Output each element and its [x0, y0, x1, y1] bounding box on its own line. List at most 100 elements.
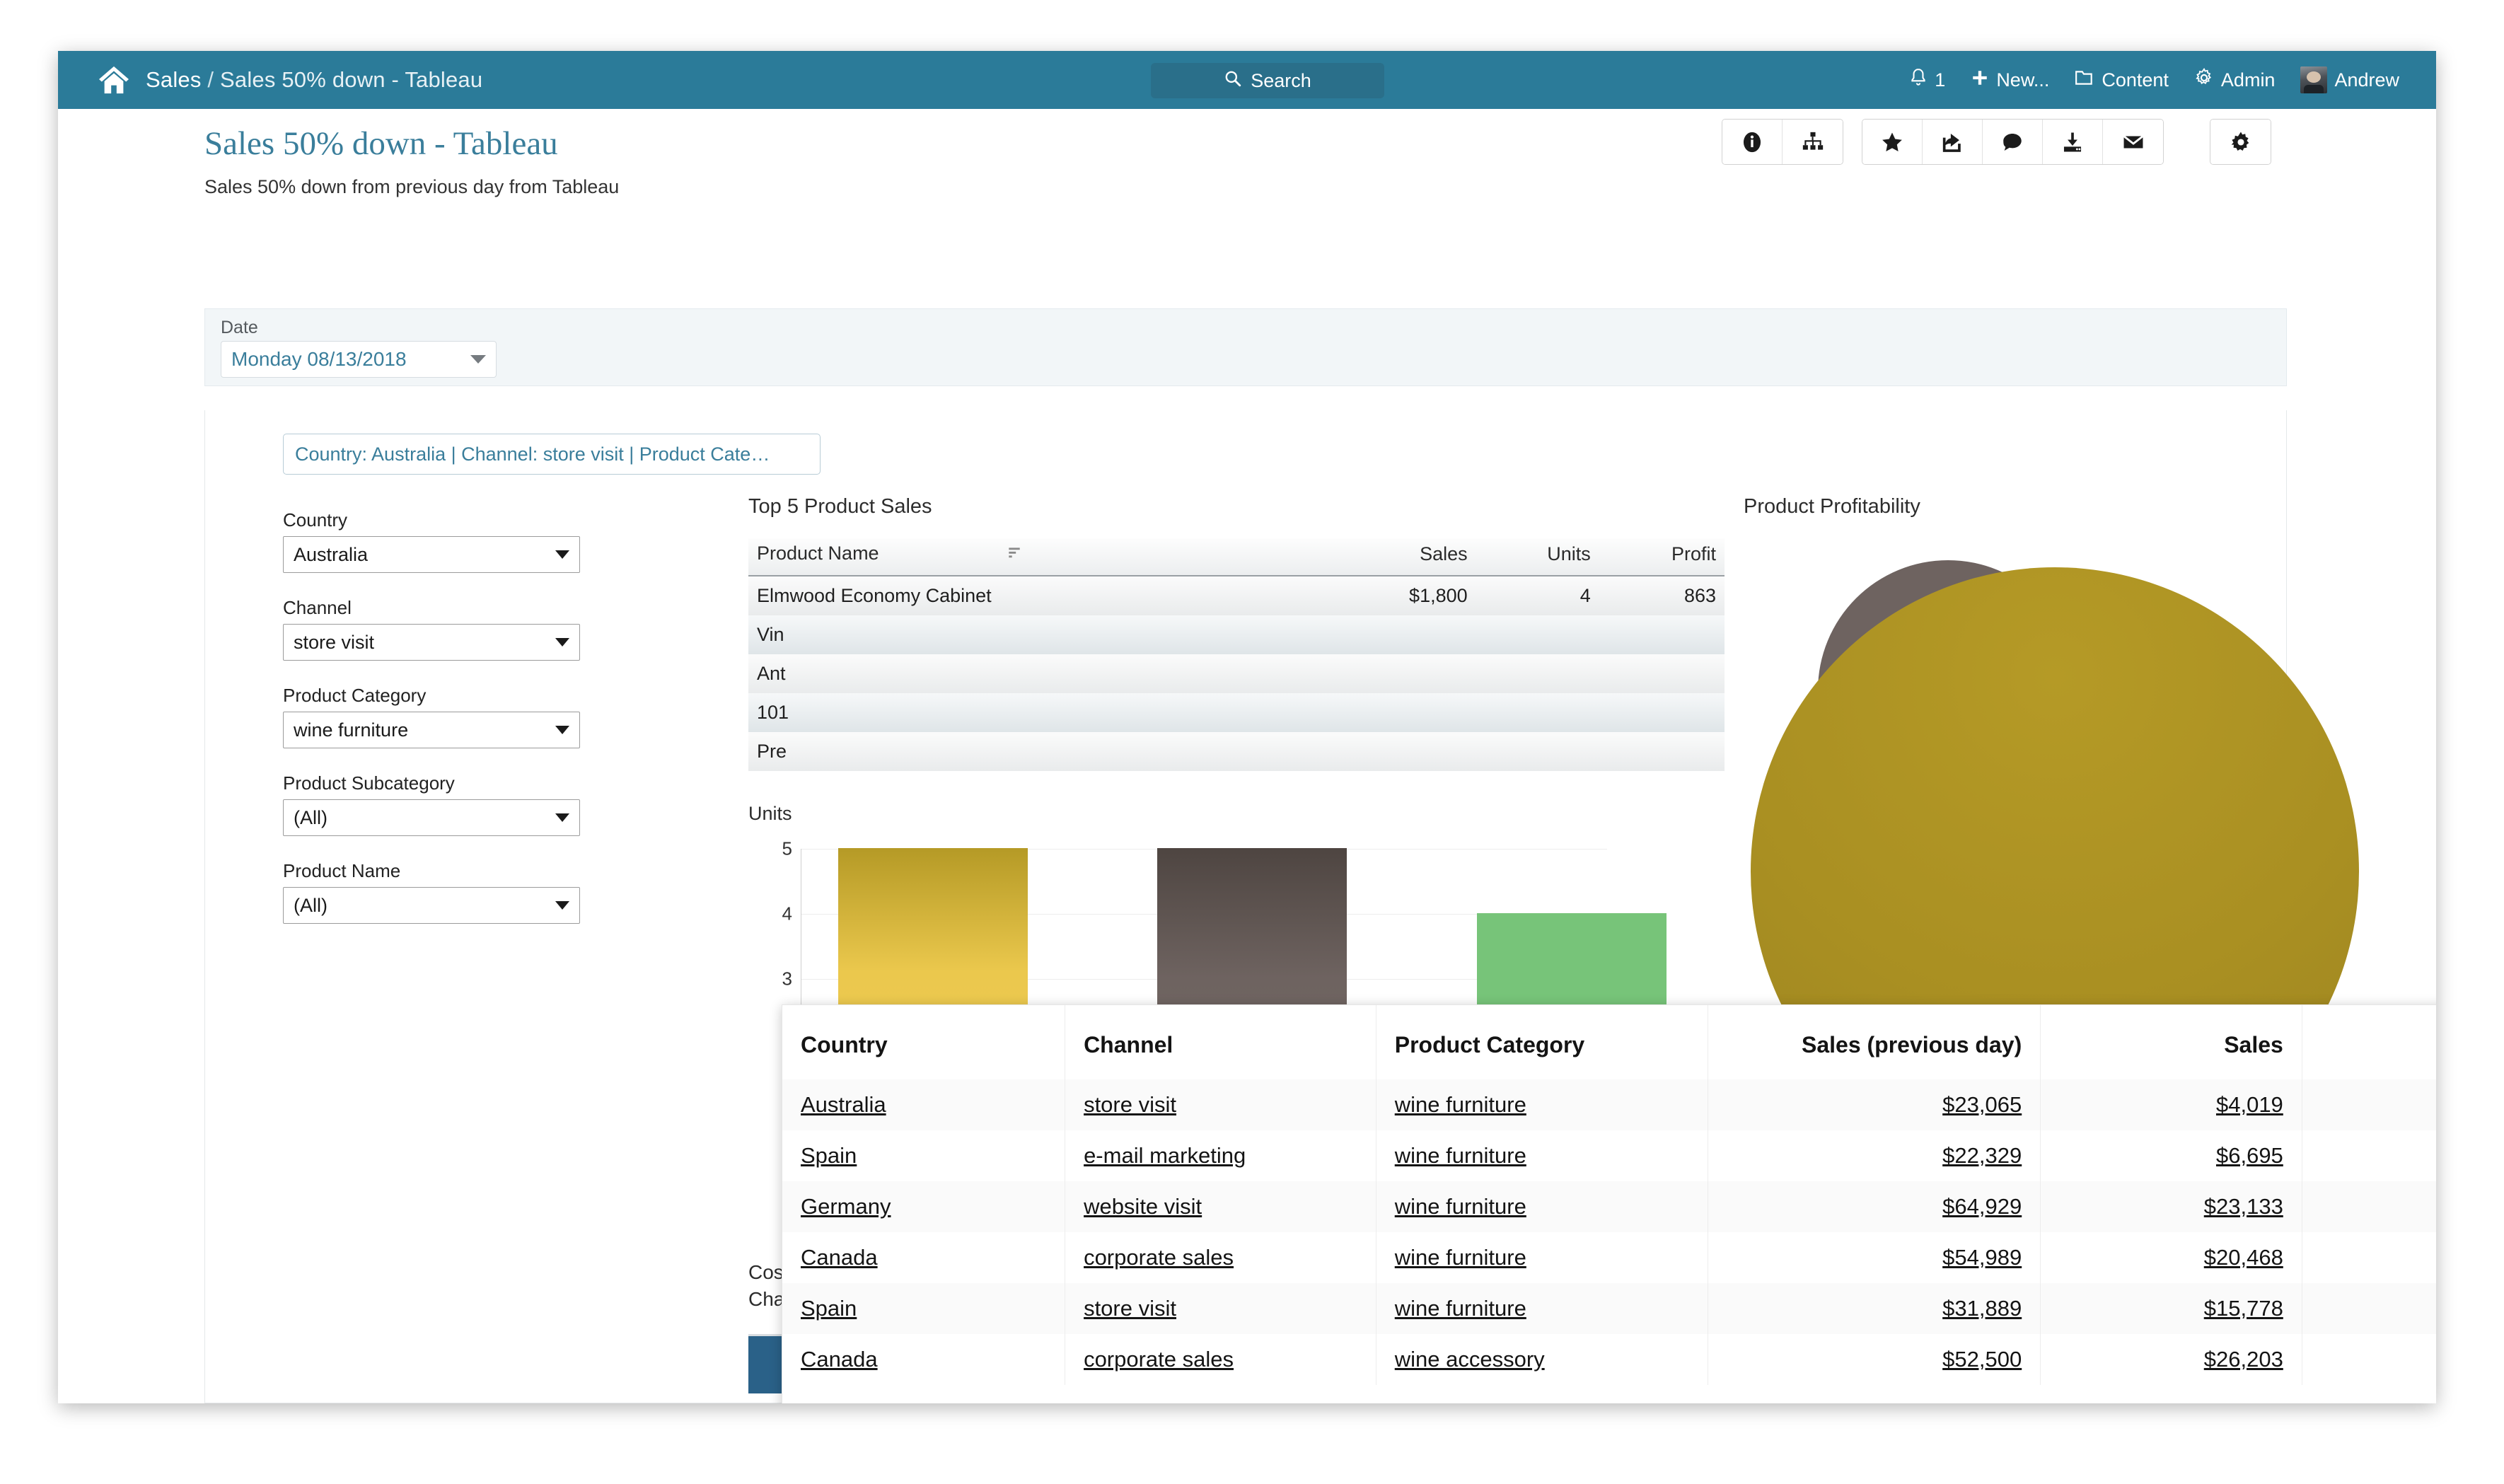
home-icon[interactable]: [98, 65, 130, 95]
filter-channel-select[interactable]: store visit: [283, 624, 580, 661]
overlay-cell-category: wine furniture: [1376, 1130, 1709, 1181]
overlay-channel-link[interactable]: store visit: [1084, 1092, 1176, 1117]
table-row[interactable]: Canada corporate sales wine accessory $5…: [782, 1334, 2436, 1385]
overlay-col-change: % Change: [2302, 1005, 2436, 1079]
overlay-channel-link[interactable]: corporate sales: [1084, 1245, 1234, 1270]
overlay-category-link[interactable]: wine furniture: [1395, 1092, 1526, 1117]
overlay-cell-sales: $6,695: [2040, 1130, 2302, 1181]
overlay-category-link[interactable]: wine furniture: [1395, 1143, 1526, 1168]
content-button[interactable]: Content: [2075, 69, 2169, 92]
overlay-country-link[interactable]: Canada: [801, 1347, 878, 1372]
overlay-country-link[interactable]: Australia: [801, 1092, 886, 1117]
table-row[interactable]: Canada corporate sales wine furniture $5…: [782, 1232, 2436, 1283]
sort-icon[interactable]: [1007, 543, 1022, 565]
plus-icon: [1971, 69, 1989, 92]
filter-product-category-label: Product Category: [283, 685, 427, 706]
overlay-channel-link[interactable]: e-mail marketing: [1084, 1143, 1246, 1168]
date-filter-select[interactable]: Monday 08/13/2018: [221, 341, 497, 378]
overlay-category-link[interactable]: wine accessory: [1395, 1347, 1545, 1372]
filter-product-subcategory: Product Subcategory (All): [283, 772, 587, 836]
overlay-country-link[interactable]: Spain: [801, 1143, 857, 1168]
overlay-col-country: Country: [782, 1005, 1066, 1079]
overlay-cell-sales: $26,203: [2040, 1334, 2302, 1385]
top5-col-profit[interactable]: Profit: [1599, 538, 1725, 577]
breadcrumb-separator: /: [201, 67, 220, 92]
overlay-category-link[interactable]: wine furniture: [1395, 1245, 1526, 1270]
overlay-prev-link[interactable]: $52,500: [1942, 1347, 2022, 1372]
overlay-sales-link[interactable]: $26,203: [2204, 1347, 2283, 1372]
share-icon[interactable]: [1923, 120, 1983, 164]
top5-cell-profit: [1599, 654, 1725, 694]
overlay-prev-link[interactable]: $64,929: [1942, 1194, 2022, 1219]
table-row[interactable]: Ant: [748, 654, 1725, 694]
y-tick: 3: [782, 968, 792, 990]
filter-product-name-select[interactable]: (All): [283, 887, 580, 924]
app-window: Sales / Sales 50% down - Tableau Search …: [58, 51, 2436, 1403]
overlay-cell-category: wine accessory: [1376, 1334, 1709, 1385]
overlay-sales-link[interactable]: $4,019: [2216, 1092, 2283, 1117]
dashboard-panel: Country: Australia | Channel: store visi…: [204, 410, 2436, 1403]
new-button[interactable]: New...: [1971, 69, 2049, 92]
table-row[interactable]: Vin: [748, 615, 1725, 655]
search-icon: [1224, 69, 1242, 93]
overlay-cell-channel: e-mail marketing: [1065, 1130, 1376, 1181]
filter-product-subcategory-select[interactable]: (All): [283, 799, 580, 836]
top-navigation-bar: Sales / Sales 50% down - Tableau Search …: [58, 51, 2436, 109]
star-icon[interactable]: [1862, 120, 1923, 164]
top5-col-sales[interactable]: Sales: [1322, 538, 1476, 577]
top5-cell-units: [1476, 654, 1599, 694]
filter-product-category: Product Category wine furniture: [283, 685, 587, 748]
breadcrumb-text: Sales / Sales 50% down - Tableau: [146, 67, 482, 93]
units-axis-title: Units: [748, 803, 792, 824]
filter-product-category-select[interactable]: wine furniture: [283, 712, 580, 748]
overlay-sales-link[interactable]: $6,695: [2216, 1143, 2283, 1168]
overlay-cell-prev: $31,889: [1708, 1283, 2041, 1334]
overlay-prev-link[interactable]: $22,329: [1942, 1143, 2022, 1168]
notifications-button[interactable]: 1: [1909, 68, 1945, 93]
table-row[interactable]: Spain e-mail marketing wine furniture $2…: [782, 1130, 2436, 1181]
settings-gear-icon[interactable]: [2210, 120, 2271, 164]
email-icon[interactable]: [2103, 120, 2163, 164]
overlay-sales-link[interactable]: $23,133: [2204, 1194, 2283, 1219]
overlay-prev-link[interactable]: $54,989: [1942, 1245, 2022, 1270]
overlay-country-link[interactable]: Germany: [801, 1194, 891, 1219]
info-icon[interactable]: [1722, 120, 1783, 164]
table-row[interactable]: 101: [748, 693, 1725, 733]
overlay-cell-country: Canada: [782, 1334, 1066, 1385]
page-subtitle: Sales 50% down from previous day from Ta…: [204, 176, 620, 197]
overlay-category-link[interactable]: wine furniture: [1395, 1296, 1526, 1321]
breadcrumb-root[interactable]: Sales: [146, 67, 202, 92]
table-row[interactable]: Spain store visit wine furniture $31,889…: [782, 1283, 2436, 1334]
top5-col-product-name-label: Product Name: [757, 543, 879, 564]
comment-icon[interactable]: [1983, 120, 2043, 164]
table-row[interactable]: Elmwood Economy Cabinet $1,800 4 863: [748, 576, 1725, 616]
top5-cell-name: Ant: [748, 654, 1323, 694]
applied-filters-pill[interactable]: Country: Australia | Channel: store visi…: [283, 434, 821, 475]
overlay-country-link[interactable]: Spain: [801, 1296, 857, 1321]
table-row[interactable]: Australia store visit wine furniture $23…: [782, 1079, 2436, 1130]
filter-country-select[interactable]: Australia: [283, 536, 580, 573]
overlay-channel-link[interactable]: store visit: [1084, 1296, 1176, 1321]
download-icon[interactable]: [2043, 120, 2103, 164]
overlay-category-link[interactable]: wine furniture: [1395, 1194, 1526, 1219]
overlay-sales-link[interactable]: $15,778: [2204, 1296, 2283, 1321]
overlay-country-link[interactable]: Canada: [801, 1245, 878, 1270]
date-filter-value: Monday 08/13/2018: [231, 348, 407, 370]
chevron-down-icon: [555, 813, 569, 822]
search-button[interactable]: Search: [1151, 63, 1384, 98]
overlay-channel-link[interactable]: corporate sales: [1084, 1347, 1234, 1372]
top5-col-units[interactable]: Units: [1476, 538, 1599, 577]
table-row[interactable]: Germany website visit wine furniture $64…: [782, 1181, 2436, 1232]
user-menu[interactable]: Andrew: [2300, 66, 2399, 93]
overlay-prev-link[interactable]: $31,889: [1942, 1296, 2022, 1321]
y-tick: 4: [782, 903, 792, 924]
overlay-col-sales: Sales: [2040, 1005, 2302, 1079]
top5-col-product-name[interactable]: Product Name: [748, 538, 1323, 577]
overlay-prev-link[interactable]: $23,065: [1942, 1092, 2022, 1117]
overlay-channel-link[interactable]: website visit: [1084, 1194, 1202, 1219]
overlay-cell-category: wine furniture: [1376, 1079, 1709, 1130]
lineage-icon[interactable]: [1783, 120, 1843, 164]
table-row[interactable]: Pre: [748, 732, 1725, 772]
overlay-sales-link[interactable]: $20,468: [2204, 1245, 2283, 1270]
admin-button[interactable]: Admin: [2194, 67, 2275, 93]
